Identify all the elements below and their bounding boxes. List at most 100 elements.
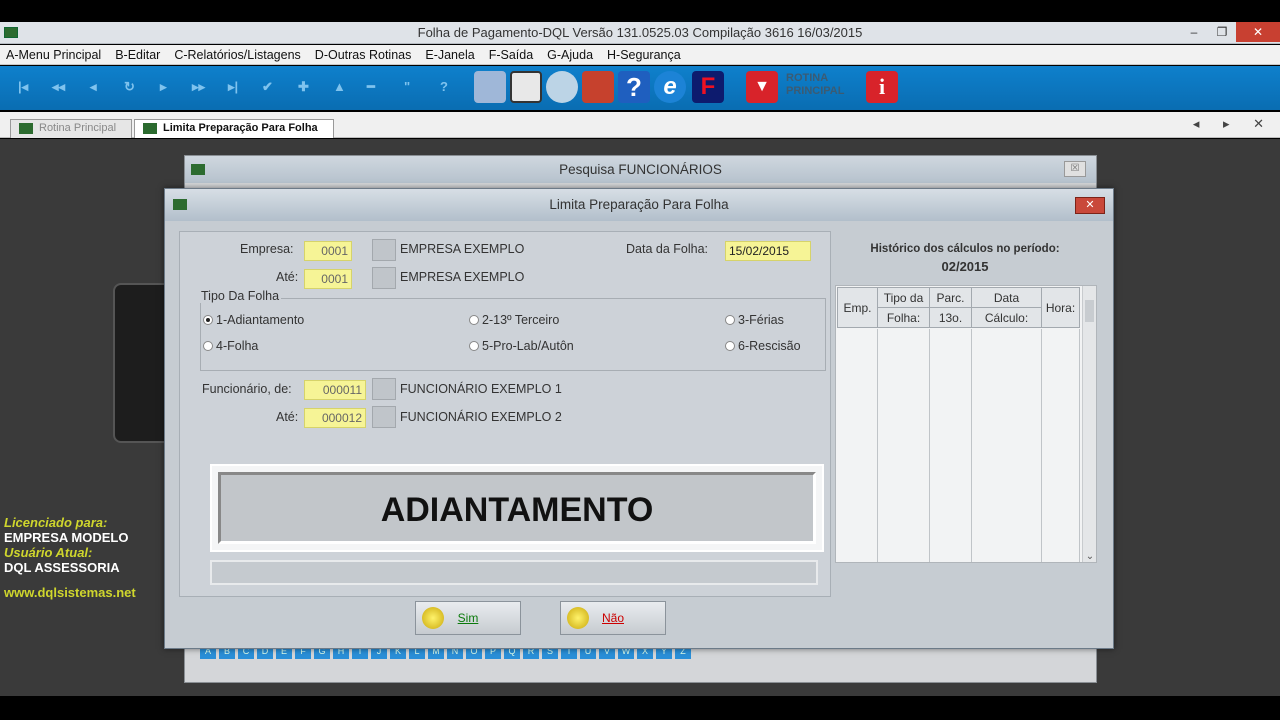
- top-black-strip: [0, 0, 1280, 22]
- last-record-icon[interactable]: ▸|: [228, 79, 238, 95]
- scroll-thumb[interactable]: [1085, 300, 1094, 322]
- empresa-ate-label: Até:: [276, 270, 299, 284]
- funcionario-label: Funcionário, de:: [202, 382, 292, 396]
- funcionario-ate-code-input[interactable]: 000012: [304, 408, 366, 428]
- funcionario-ate-label: Até:: [276, 410, 299, 424]
- history-scrollbar[interactable]: ⌄: [1082, 286, 1096, 562]
- radio-label: 5-Pro-Lab/Autôn: [482, 339, 574, 353]
- nao-button[interactable]: Não: [560, 601, 666, 635]
- radio-ferias[interactable]: 3-Férias: [725, 313, 784, 327]
- website-link[interactable]: www.dqlsistemas.net: [4, 585, 136, 600]
- toolbox-icon[interactable]: [582, 71, 614, 103]
- tab-label: Limita Preparação Para Folha: [163, 122, 318, 134]
- history-period: 02/2015: [941, 259, 989, 274]
- grid-column-line: [1041, 329, 1042, 562]
- menu-saida[interactable]: F-Saída: [489, 45, 533, 64]
- radio-pro-lab[interactable]: 5-Pro-Lab/Autôn: [469, 339, 574, 353]
- confirm-icon[interactable]: ✔: [262, 79, 273, 95]
- minimize-button[interactable]: –: [1180, 22, 1208, 42]
- licensed-to-value: EMPRESA MODELO: [4, 530, 129, 545]
- dialog-app-icon: [173, 199, 187, 210]
- grid-column-line: [929, 329, 930, 562]
- empresa-code-input[interactable]: 0001: [304, 241, 352, 261]
- search-window-title: Pesquisa FUNCIONÁRIOS: [559, 162, 722, 177]
- question-icon[interactable]: ?: [618, 71, 650, 103]
- help-icon[interactable]: ?: [440, 79, 448, 94]
- license-info: Licenciado para: EMPRESA MODELO Usuário …: [4, 515, 136, 600]
- funcionario-code-input[interactable]: 000011: [304, 380, 366, 400]
- menu-janela[interactable]: E-Janela: [425, 45, 474, 64]
- radio-rescisao[interactable]: 6-Rescisão: [725, 339, 801, 353]
- f-logo-icon[interactable]: F: [692, 71, 724, 103]
- search-window-close-button[interactable]: ☒: [1064, 161, 1086, 177]
- next-page-icon[interactable]: ▸▸: [192, 79, 205, 95]
- nao-label: Não: [601, 611, 624, 625]
- empresa-lookup-button[interactable]: [372, 239, 396, 261]
- funcionario-lookup-button[interactable]: [372, 378, 396, 400]
- add-icon[interactable]: ✚: [298, 79, 309, 95]
- tipo-folha-label: Tipo Da Folha: [199, 289, 282, 303]
- menu-outras-rotinas[interactable]: D-Outras Rotinas: [315, 45, 412, 64]
- book-icon[interactable]: [474, 71, 506, 103]
- menu-editar[interactable]: B-Editar: [115, 45, 160, 64]
- main-routine-icon[interactable]: ▼: [746, 71, 778, 103]
- tab-limita-preparacao[interactable]: Limita Preparação Para Folha: [134, 119, 334, 138]
- first-record-icon[interactable]: |◂: [18, 79, 28, 95]
- settings-icon[interactable]: [546, 71, 578, 103]
- radio-dot: [469, 341, 479, 351]
- data-folha-input[interactable]: 15/02/2015: [725, 241, 811, 261]
- next-record-icon[interactable]: ▸: [160, 79, 167, 95]
- tab-app-icon: [19, 123, 33, 134]
- radio-13-terceiro[interactable]: 2-13º Terceiro: [469, 313, 559, 327]
- radio-label: 3-Férias: [738, 313, 784, 327]
- payroll-type-text: ADIANTAMENTO: [218, 472, 816, 544]
- grid-column-line: [971, 329, 972, 562]
- close-button[interactable]: ✕: [1236, 22, 1280, 42]
- menu-seguranca[interactable]: H-Segurança: [607, 45, 681, 64]
- radio-folha[interactable]: 4-Folha: [203, 339, 258, 353]
- prev-record-icon[interactable]: ◂: [90, 79, 97, 95]
- radio-dot: [203, 315, 213, 325]
- dialog-close-button[interactable]: ✕: [1075, 197, 1105, 214]
- menu-relatorios[interactable]: C-Relatórios/Listagens: [174, 45, 300, 64]
- main-routine-label[interactable]: ROTINA PRINCIPAL: [786, 72, 844, 98]
- empresa-ate-code-input[interactable]: 0001: [304, 269, 352, 289]
- menu-bar: A-Menu Principal B-Editar C-Relatórios/L…: [0, 45, 1280, 65]
- funcionario-ate-name: FUNCIONÁRIO EXEMPLO 2: [400, 410, 562, 424]
- empresa-ate-lookup-button[interactable]: [372, 267, 396, 289]
- restore-button[interactable]: ❐: [1208, 22, 1236, 42]
- calculator-icon[interactable]: [510, 71, 542, 103]
- radio-label: 6-Rescisão: [738, 339, 801, 353]
- tab-navigation[interactable]: ◂ ▸ ✕: [1193, 116, 1274, 132]
- cancel-icon: [567, 607, 589, 629]
- sim-button[interactable]: Sim: [415, 601, 521, 635]
- up-icon[interactable]: ▲: [333, 79, 346, 94]
- col-tipo-folha-1: Tipo da: [877, 287, 930, 308]
- dialog-header: Limita Preparação Para Folha ✕: [165, 189, 1113, 221]
- col-data-2: Cálculo:: [971, 307, 1042, 328]
- menu-ajuda[interactable]: G-Ajuda: [547, 45, 593, 64]
- current-user-label: Usuário Atual:: [4, 545, 93, 560]
- funcionario-ate-lookup-button[interactable]: [372, 406, 396, 428]
- radio-dot: [725, 341, 735, 351]
- menu-principal[interactable]: A-Menu Principal: [6, 45, 101, 64]
- col-parc-1: Parc.: [929, 287, 972, 308]
- parameters-panel: Empresa: 0001 EMPRESA EXEMPLO Até: 0001 …: [179, 231, 831, 597]
- internet-explorer-icon[interactable]: e: [654, 71, 686, 103]
- prev-page-icon[interactable]: ◂◂: [52, 79, 65, 95]
- radio-adiantamento[interactable]: 1-Adiantamento: [203, 313, 304, 327]
- refresh-icon[interactable]: ↻: [124, 79, 135, 95]
- scroll-down-icon[interactable]: ⌄: [1083, 551, 1097, 562]
- tab-bar: Rotina Principal Limita Preparação Para …: [0, 112, 1280, 138]
- remove-icon[interactable]: ━: [367, 79, 375, 95]
- tab-rotina-principal[interactable]: Rotina Principal: [10, 119, 132, 138]
- radio-dot: [725, 315, 735, 325]
- info-icon[interactable]: i: [866, 71, 898, 103]
- history-title: Histórico dos cálculos no período: 02/20…: [837, 241, 1093, 275]
- quote-icon[interactable]: ": [404, 79, 410, 94]
- tipo-folha-group: Tipo Da Folha 1-Adiantamento 2-13º Terce…: [199, 289, 826, 371]
- history-table: Emp. Tipo da Parc. Data Hora: Folha: 13o…: [837, 287, 1080, 328]
- radio-label: 2-13º Terceiro: [482, 313, 560, 327]
- progress-bar: [210, 560, 818, 585]
- col-parc-2: 13o.: [929, 307, 972, 328]
